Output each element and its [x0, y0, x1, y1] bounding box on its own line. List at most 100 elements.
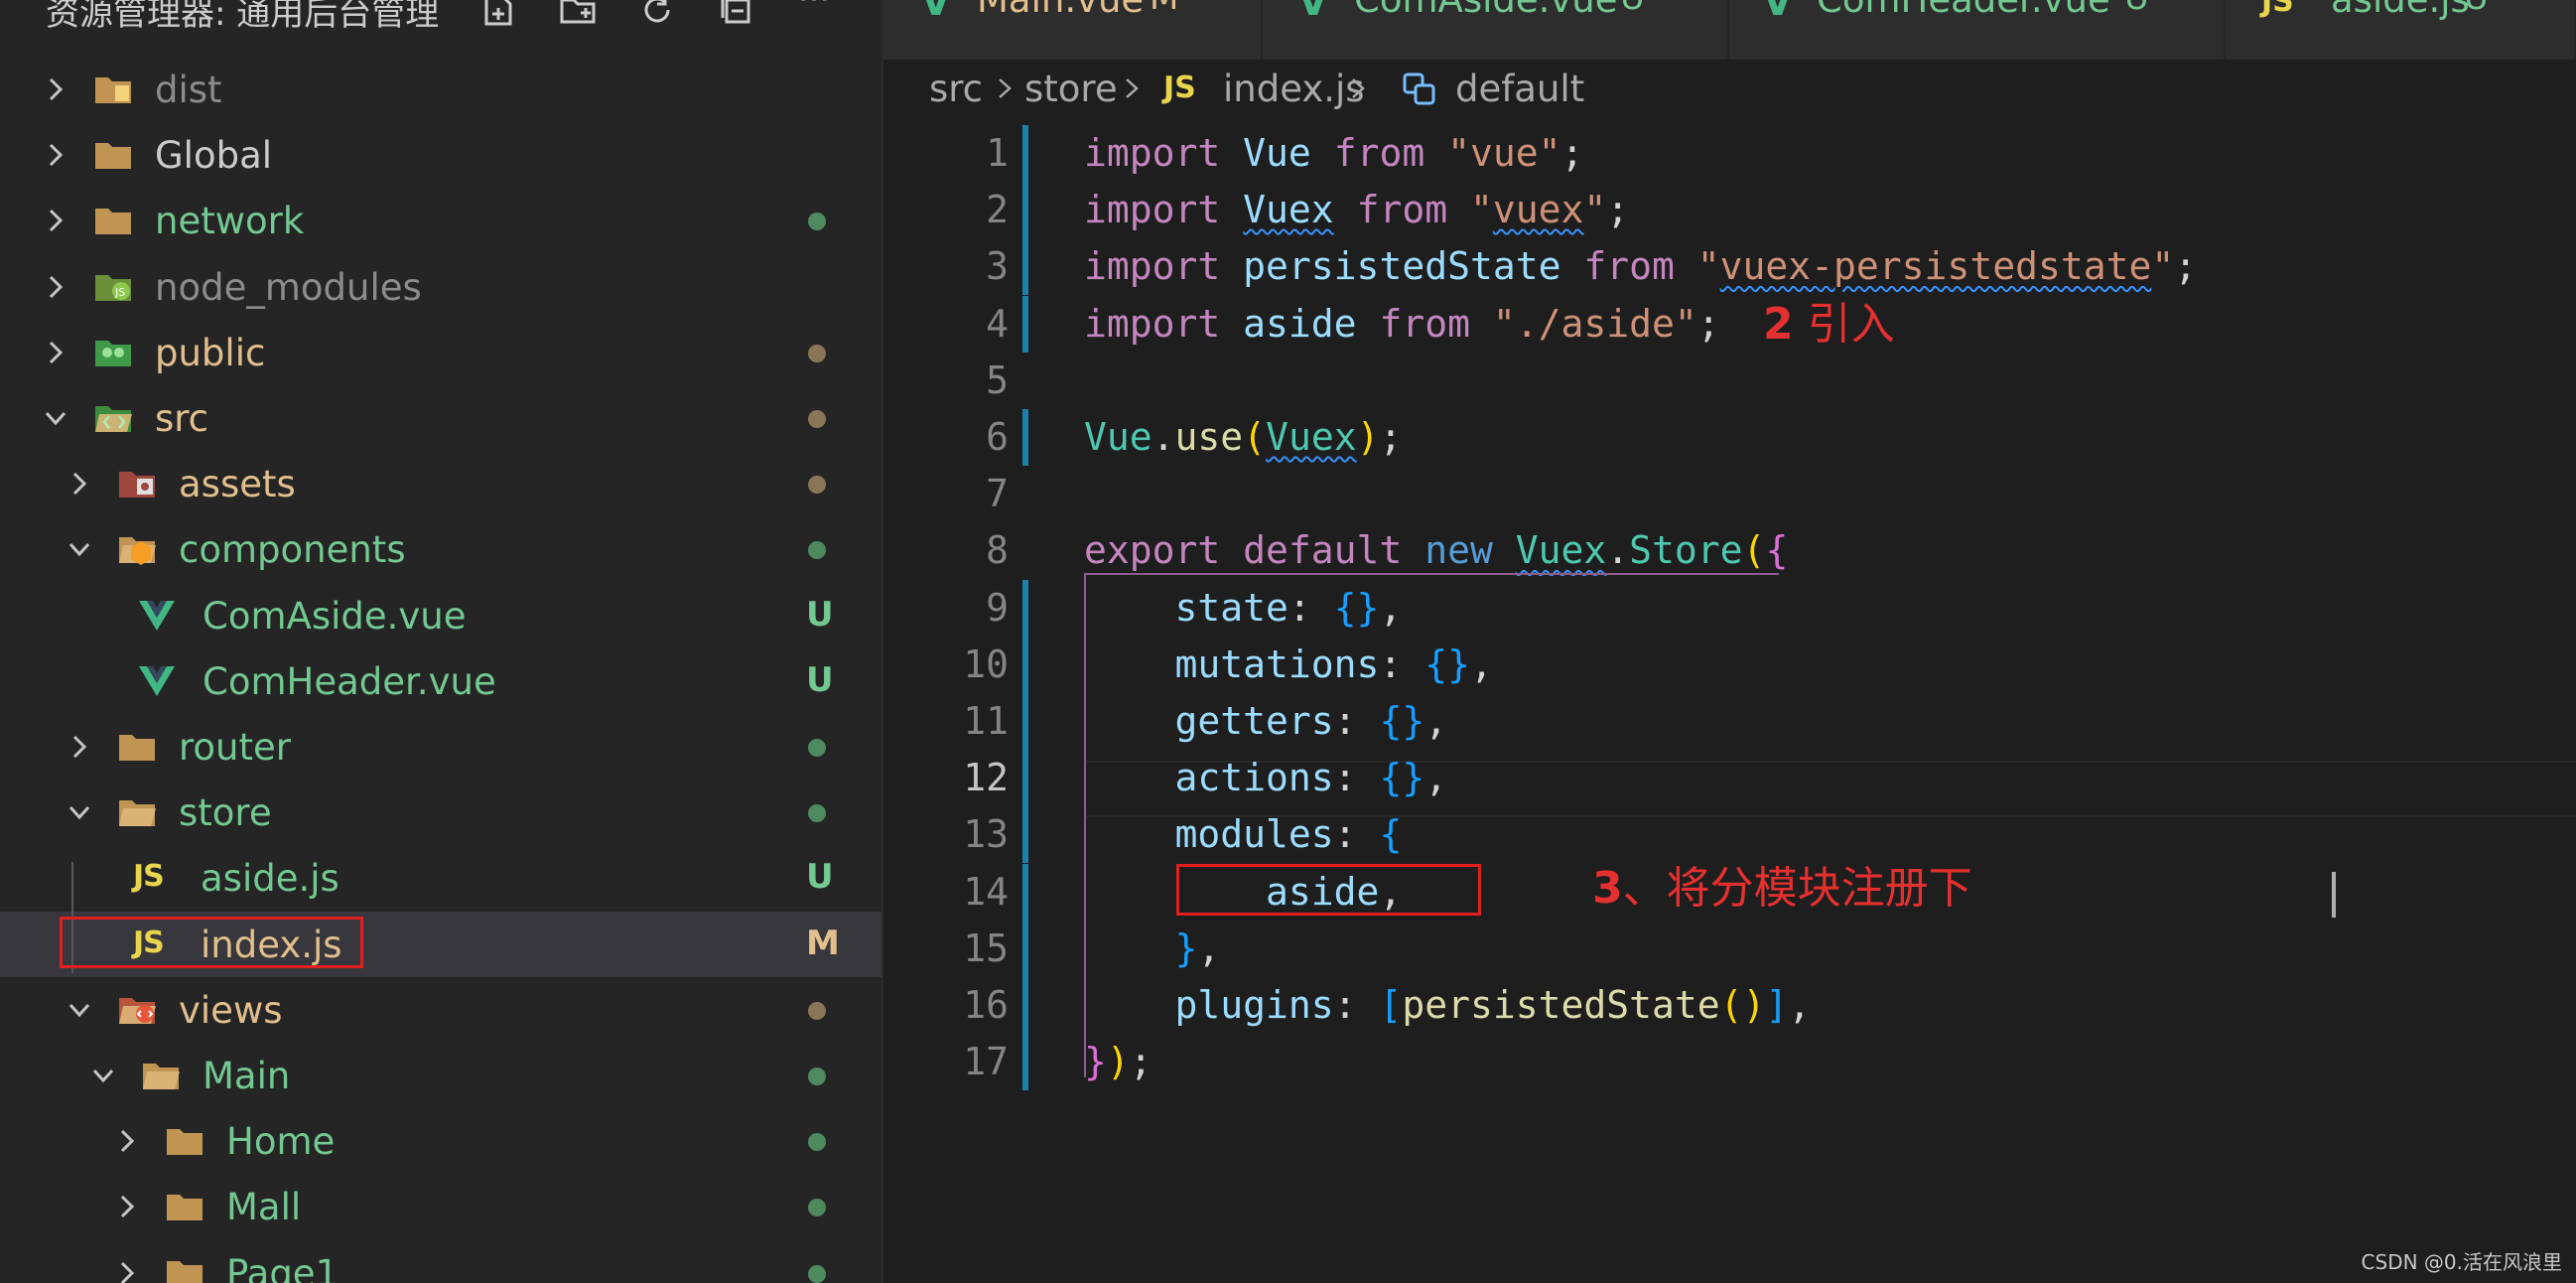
line-number: 8	[986, 528, 1009, 573]
chevron-right-icon[interactable]	[111, 1257, 143, 1283]
tab-comheader-vue[interactable]: V ComHeader.vue U	[1729, 0, 2226, 60]
tree-item-aside-js[interactable]: JS aside.js U	[0, 845, 881, 911]
chevron-right-icon[interactable]	[64, 731, 95, 763]
code-token: vuex	[1492, 188, 1584, 232]
git-modified-gutter	[1022, 295, 1028, 353]
public-folder-icon	[93, 335, 133, 370]
tree-item-views[interactable]: views	[0, 977, 881, 1043]
chevron-right-icon[interactable]	[111, 1191, 143, 1222]
code-editor[interactable]: 1 import Vue from "vue"; 2 import Vuex from…	[883, 125, 2576, 1283]
tree-item-node-modules[interactable]: JS node_modules	[0, 254, 881, 320]
chevron-right-icon[interactable]	[40, 73, 71, 105]
tree-item-page1[interactable]: Page1	[0, 1240, 881, 1283]
code-token: "./aside"	[1492, 301, 1697, 346]
code-token: }	[1084, 1040, 1107, 1084]
tree-item-global[interactable]: Global	[0, 122, 881, 188]
code-text: Vue.use(Vuex);	[1084, 415, 1402, 459]
code-token: :	[1379, 642, 1425, 686]
chevron-right-icon[interactable]	[111, 1125, 143, 1157]
tree-item-comaside-vue[interactable]: ComAside.vue U	[0, 583, 881, 648]
tree-item-label: router	[179, 726, 291, 769]
code-token: :	[1333, 699, 1380, 743]
tab-main-vue[interactable]: V Main.vue M	[883, 0, 1263, 60]
code-token: :	[1288, 585, 1334, 630]
dist-folder-icon	[93, 71, 133, 107]
breadcrumb-item-index-js[interactable]: index.js	[1223, 68, 1365, 110]
chevron-down-icon[interactable]	[64, 533, 95, 565]
tab-git-status: M	[1150, 0, 1178, 18]
chevron-down-icon[interactable]	[40, 402, 71, 434]
symbol-variable-icon	[1402, 71, 1441, 120]
tab-comaside-vue[interactable]: V ComAside.vue U	[1263, 0, 1729, 60]
chevron-down-icon[interactable]	[64, 994, 95, 1026]
breadcrumb-item-default[interactable]: default	[1455, 68, 1584, 110]
code-token: vuex-persistedstate	[1719, 244, 2152, 289]
tree-item-label: Mall	[226, 1186, 302, 1229]
code-token: persistedState	[1402, 983, 1720, 1027]
git-status-badge: U	[806, 659, 834, 700]
tree-item-home[interactable]: Home	[0, 1108, 881, 1174]
line-number: 4	[986, 301, 1009, 346]
tree-item-assets[interactable]: assets	[0, 451, 881, 516]
tree-item-mall[interactable]: Mall	[0, 1174, 881, 1239]
tab-git-status: U	[2464, 0, 2489, 18]
code-text: getters: {},	[1084, 699, 1448, 743]
chevron-down-icon[interactable]	[87, 1060, 119, 1091]
chevron-down-icon[interactable]	[64, 796, 95, 828]
refresh-icon[interactable]	[637, 0, 677, 30]
tree-item-main[interactable]: Main	[0, 1043, 881, 1108]
tree-item-comheader-vue[interactable]: ComHeader.vue U	[0, 648, 881, 714]
tree-item-public[interactable]: public	[0, 320, 881, 385]
chevron-right-icon[interactable]	[40, 271, 71, 303]
vue-file-icon	[137, 663, 177, 699]
tree-item-store[interactable]: store	[0, 780, 881, 845]
code-token: .	[1152, 415, 1175, 459]
code-text: import Vue from "vue";	[1084, 131, 1583, 175]
annotation-import-text: 引入	[1807, 299, 1895, 350]
code-line: 9 state: {},	[883, 579, 2576, 637]
breadcrumb-item-src[interactable]: src	[929, 68, 983, 110]
line-number: 14	[963, 869, 1009, 914]
code-line: 3 import persistedState from "vuex-persis…	[883, 238, 2576, 296]
tab-label: ComHeader.vue	[1817, 0, 2110, 21]
chevron-right-icon[interactable]	[40, 139, 71, 171]
chevron-right-icon[interactable]	[64, 468, 95, 499]
line-number: 6	[986, 415, 1009, 459]
new-file-icon[interactable]	[478, 0, 518, 30]
code-token: Vue	[1084, 415, 1152, 459]
code-line: 8 export default new Vuex.Store({	[883, 522, 2576, 579]
chevron-right-icon[interactable]	[40, 337, 71, 368]
bracket-scope-guide	[1084, 573, 1086, 1077]
annotation-box-index-js	[60, 917, 363, 968]
annotation-register: 3、将分模块注册下	[1592, 852, 1972, 916]
tree-item-src[interactable]: src	[0, 385, 881, 451]
chevron-right-icon[interactable]	[40, 205, 71, 236]
tree-item-router[interactable]: router	[0, 714, 881, 780]
code-token: ,	[1424, 699, 1448, 743]
annotation-import: 2 引入	[1763, 288, 1895, 352]
tab-aside-js[interactable]: JS aside.js U	[2226, 0, 2576, 60]
folder-icon	[165, 1189, 204, 1224]
code-token: persistedState	[1243, 244, 1561, 289]
tree-item-network[interactable]: network	[0, 188, 881, 253]
code-token: mutations	[1174, 642, 1380, 686]
code-token: ,	[1197, 926, 1221, 970]
tab-label: Main.vue	[977, 0, 1144, 21]
line-number: 3	[986, 244, 1009, 289]
git-modified-gutter	[1022, 920, 1028, 977]
collapse-all-icon[interactable]	[717, 0, 756, 30]
new-folder-icon[interactable]	[558, 0, 598, 30]
breadcrumb-item-store[interactable]: store	[1024, 68, 1118, 110]
tree-item-dist[interactable]: dist	[0, 57, 881, 122]
more-actions-icon[interactable]: ···	[794, 0, 834, 22]
tree-item-components[interactable]: components	[0, 516, 881, 582]
explorer-title: 资源管理器: 通用后台管理	[46, 0, 440, 34]
git-status-dot	[808, 1068, 826, 1085]
code-token: Vuex	[1266, 415, 1357, 459]
code-line: 17});	[883, 1034, 2576, 1091]
tree-item-label: src	[155, 397, 209, 440]
git-status-badge: M	[806, 923, 840, 963]
code-line: 15 },	[883, 920, 2576, 977]
